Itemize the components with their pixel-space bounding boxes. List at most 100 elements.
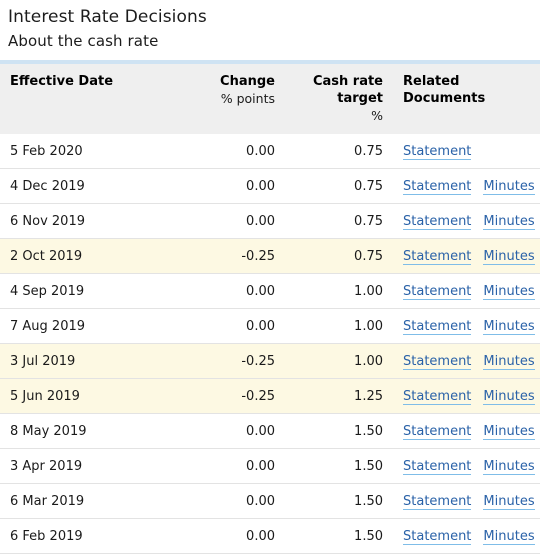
cell-change: 0.00 [175,483,285,519]
cell-effective-date: 5 Jun 2019 [0,378,175,414]
cell-change: 0.00 [175,168,285,204]
statement-link[interactable]: Statement [403,318,472,335]
minutes-link[interactable]: Minutes [483,213,535,230]
cell-cash-rate-target: 1.00 [285,308,393,344]
cell-cash-rate-target: 1.50 [285,413,393,449]
cell-cash-rate-target: 1.50 [285,518,393,554]
cell-related-documents: Statement Minutes [393,518,540,554]
table-row: 8 May 2019 0.00 1.50 Statement Minutes [0,413,540,449]
column-header-label: Cash rate target [312,74,383,106]
cell-change: 0.00 [175,518,285,554]
cell-change: 0.00 [175,273,285,309]
cell-effective-date: 5 Feb 2020 [0,134,175,169]
cell-related-documents: Statement Minutes [393,308,540,344]
column-header-sublabel: % [371,108,383,123]
cell-cash-rate-target: 0.75 [285,203,393,239]
cell-effective-date: 6 Mar 2019 [0,483,175,519]
minutes-link[interactable]: Minutes [483,353,535,370]
statement-link[interactable]: Statement [403,143,472,160]
cell-effective-date: 3 Jul 2019 [0,343,175,379]
cell-related-documents: Statement Minutes [393,448,540,484]
statement-link[interactable]: Statement [403,423,472,440]
interest-rate-table: Effective Date Change % points Cash rate… [0,60,540,554]
cell-effective-date: 4 Dec 2019 [0,168,175,204]
table-row: 4 Sep 2019 0.00 1.00 Statement Minutes [0,273,540,309]
cell-cash-rate-target: 1.00 [285,343,393,379]
table-row: 7 Aug 2019 0.00 1.00 Statement Minutes [0,308,540,344]
cell-related-documents: Statement Minutes [393,378,540,414]
cell-related-documents: Statement Minutes [393,203,540,239]
column-header-sublabel: % points [220,91,275,106]
cell-related-documents: Statement Minutes [393,413,540,449]
page-title: Interest Rate Decisions [8,7,207,27]
page-subtitle: About the cash rate [8,32,159,50]
table-row: 2 Oct 2019 -0.25 0.75 Statement Minutes [0,238,540,274]
column-header-change: Change % points [175,62,285,134]
cell-change: -0.25 [175,343,285,379]
heading-block: Interest Rate Decisions About the cash r… [0,0,547,51]
cell-effective-date: 3 Apr 2019 [0,448,175,484]
table-header-row: Effective Date Change % points Cash rate… [0,62,540,134]
cell-cash-rate-target: 1.25 [285,378,393,414]
cell-change: -0.25 [175,238,285,274]
minutes-link[interactable]: Minutes [483,248,535,265]
minutes-link[interactable]: Minutes [483,283,535,300]
cell-effective-date: 6 Nov 2019 [0,203,175,239]
cell-cash-rate-target: 0.75 [285,238,393,274]
table-row: 4 Dec 2019 0.00 0.75 Statement Minutes [0,168,540,204]
cell-related-documents: Statement Minutes [393,168,540,204]
table-head: Effective Date Change % points Cash rate… [0,62,540,134]
cell-change: 0.00 [175,203,285,239]
table-row: 6 Mar 2019 0.00 1.50 Statement Minutes [0,483,540,519]
cell-cash-rate-target: 0.75 [285,168,393,204]
statement-link[interactable]: Statement [403,388,472,405]
column-header-effective-date: Effective Date [0,62,175,134]
cell-change: 0.00 [175,134,285,169]
statement-link[interactable]: Statement [403,248,472,265]
cell-effective-date: 4 Sep 2019 [0,273,175,309]
statement-link[interactable]: Statement [403,493,472,510]
statement-link[interactable]: Statement [403,283,472,300]
table-row: 6 Feb 2019 0.00 1.50 Statement Minutes [0,518,540,554]
minutes-link[interactable]: Minutes [483,318,535,335]
statement-link[interactable]: Statement [403,353,472,370]
cell-cash-rate-target: 1.00 [285,273,393,309]
cell-change: 0.00 [175,413,285,449]
cell-related-documents: Statement [393,134,540,169]
column-header-cash-rate-target: Cash rate target % [285,62,393,134]
cell-cash-rate-target: 1.50 [285,483,393,519]
minutes-link[interactable]: Minutes [483,493,535,510]
column-header-label: Effective Date [10,74,114,89]
minutes-link[interactable]: Minutes [483,458,535,475]
cell-change: 0.00 [175,308,285,344]
statement-link[interactable]: Statement [403,178,472,195]
cell-related-documents: Statement Minutes [393,483,540,519]
cell-effective-date: 8 May 2019 [0,413,175,449]
table-row: 5 Jun 2019 -0.25 1.25 Statement Minutes [0,378,540,414]
table-row: 5 Feb 2020 0.00 0.75 Statement [0,134,540,169]
column-header-label: Related Documents [403,74,486,106]
cell-related-documents: Statement Minutes [393,238,540,274]
table-row: 3 Jul 2019 -0.25 1.00 Statement Minutes [0,343,540,379]
cell-change: 0.00 [175,448,285,484]
minutes-link[interactable]: Minutes [483,178,535,195]
rate-table-wrapper: Effective Date Change % points Cash rate… [0,60,547,554]
cell-related-documents: Statement Minutes [393,343,540,379]
statement-link[interactable]: Statement [403,213,472,230]
table-row: 6 Nov 2019 0.00 0.75 Statement Minutes [0,203,540,239]
statement-link[interactable]: Statement [403,528,472,545]
cell-effective-date: 7 Aug 2019 [0,308,175,344]
minutes-link[interactable]: Minutes [483,528,535,545]
interest-rate-decisions-page: Interest Rate Decisions About the cash r… [0,0,547,554]
cell-cash-rate-target: 0.75 [285,134,393,169]
column-header-label: Change [220,74,275,89]
cell-related-documents: Statement Minutes [393,273,540,309]
cell-change: -0.25 [175,378,285,414]
statement-link[interactable]: Statement [403,458,472,475]
table-body: 5 Feb 2020 0.00 0.75 Statement 4 Dec 2019 0.0… [0,134,540,554]
table-row: 3 Apr 2019 0.00 1.50 Statement Minutes [0,448,540,484]
cell-effective-date: 6 Feb 2019 [0,518,175,554]
minutes-link[interactable]: Minutes [483,388,535,405]
cell-effective-date: 2 Oct 2019 [0,238,175,274]
minutes-link[interactable]: Minutes [483,423,535,440]
